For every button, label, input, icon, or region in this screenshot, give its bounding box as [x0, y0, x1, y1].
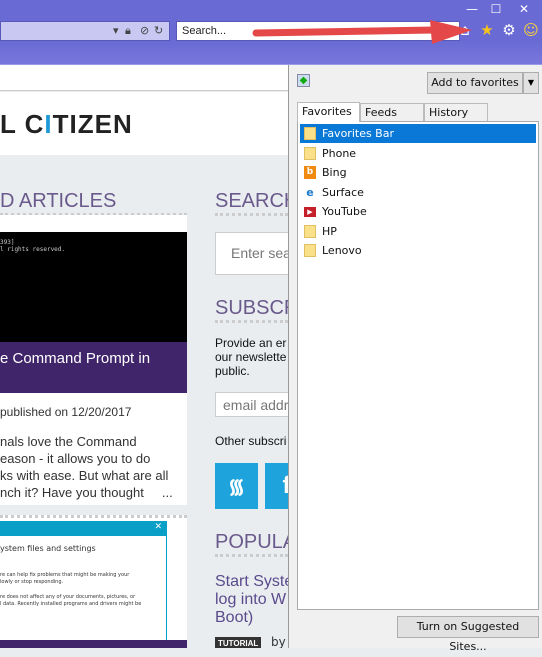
console-line: 393] — [0, 239, 15, 246]
favorites-star-icon[interactable]: ★ — [477, 21, 497, 39]
item-label: YouTube — [322, 205, 367, 218]
article-excerpt: nals love the Command eason - it allows … — [0, 434, 173, 500]
item-label: HP — [322, 225, 337, 238]
list-item[interactable]: Lenovo — [300, 241, 536, 260]
folder-icon — [304, 244, 316, 257]
subscribe-text: Provide an er our newslette public. — [215, 336, 287, 378]
ie-icon: e — [306, 186, 314, 199]
item-label: Bing — [322, 166, 347, 179]
list-item[interactable]: b Bing — [300, 163, 536, 182]
logo-text: I — [44, 109, 53, 139]
item-label: Lenovo — [322, 244, 362, 257]
address-bar[interactable]: ▾ 🔒︎ ⊘ ↻ — [0, 21, 170, 41]
site-search-input[interactable]: Enter sea — [215, 232, 288, 275]
favorites-center: ◆ Add to favorites ▼ Favorites Feeds His… — [288, 65, 542, 653]
article-title[interactable]: e Command Prompt in — [0, 342, 187, 393]
article-title-band — [0, 640, 187, 648]
by-text: by — [271, 635, 286, 648]
folder-icon — [304, 147, 316, 160]
logo-text: L C — [0, 109, 45, 139]
item-label: Favorites Bar — [322, 127, 394, 140]
article-card[interactable]: ✕ ystem files and settings re can help f… — [0, 515, 187, 648]
popular-article-link[interactable]: Start Syste log into W Boot) — [215, 573, 288, 627]
add-favorites-dropdown[interactable]: ▼ — [523, 72, 539, 94]
facebook-button[interactable]: f — [265, 463, 288, 509]
articles-heading: D ARTICLES — [0, 190, 187, 216]
article-date: published on 12/20/2017 — [0, 405, 132, 419]
lock-icon: 🔒︎ — [125, 24, 131, 37]
folder-icon — [304, 225, 316, 238]
article-image: 393] l rights reserved. — [0, 232, 187, 342]
sidebar-column: SEARCH Enter sea SUBSCR Provide an er ou… — [215, 65, 288, 648]
tutorial-badge: TUTORIAL — [215, 637, 262, 648]
dialog-text: lowly or stop responding. — [0, 579, 64, 585]
subscribe-heading: SUBSCR — [215, 297, 288, 323]
tab-feeds[interactable]: Feeds — [360, 103, 424, 122]
dialog-title: ystem files and settings — [0, 544, 96, 553]
article-card[interactable]: 393] l rights reserved. e Command Prompt … — [0, 215, 187, 505]
item-label: Surface — [322, 186, 364, 199]
minimize-button[interactable]: — — [461, 2, 483, 18]
list-item[interactable]: Phone — [300, 144, 536, 163]
close-button[interactable]: ✕ — [513, 2, 535, 18]
logo-text: TIZEN — [52, 109, 133, 139]
web-page: L CITIZEN D ARTICLES 393] l rights reserv… — [0, 65, 288, 648]
dropdown-icon[interactable]: ▾ — [113, 24, 119, 37]
list-item[interactable]: Favorites Bar — [300, 124, 536, 143]
popular-heading: POPULA — [215, 531, 288, 557]
folder-icon — [304, 127, 316, 140]
list-item[interactable]: ▶ YouTube — [300, 202, 536, 221]
dialog-text: re does not affect any of your documents… — [0, 594, 136, 600]
refresh-icon[interactable]: ↻ — [154, 24, 163, 37]
gear-icon[interactable]: ⚙ — [499, 21, 519, 39]
smiley-icon[interactable]: ☺ — [521, 21, 541, 39]
red-arrow-annotation — [252, 20, 472, 44]
rss-button[interactable]: ᯾ — [215, 463, 258, 509]
tab-favorites[interactable]: Favorites — [297, 102, 360, 122]
rss-icon: ᯾ — [227, 476, 246, 498]
list-item[interactable]: HP — [300, 222, 536, 241]
article-image: ✕ ystem files and settings re can help f… — [0, 521, 167, 646]
dialog-text: l data. Recently installed programs and … — [0, 601, 142, 607]
pin-favorites-center-icon[interactable]: ◆ — [297, 74, 310, 87]
search-heading: SEARCH — [215, 190, 288, 216]
other-subscriptions: Other subscri — [215, 434, 287, 448]
tab-history[interactable]: History — [424, 103, 488, 122]
dialog-close-icon: ✕ — [0, 522, 166, 536]
youtube-icon: ▶ — [304, 207, 316, 217]
maximize-button[interactable]: ☐ — [485, 2, 507, 18]
add-to-favorites-button[interactable]: Add to favorites — [427, 72, 523, 94]
stop-icon[interactable]: ⊘ — [140, 24, 149, 37]
dialog-text: re can help fix problems that might be m… — [0, 572, 130, 578]
favorites-list: Favorites Bar Phone b Bing e Surface ▶ YouT… — [297, 121, 539, 610]
site-logo[interactable]: L CITIZEN — [0, 109, 133, 140]
list-item[interactable]: e Surface — [300, 183, 536, 202]
bing-icon: b — [304, 166, 316, 179]
item-label: Phone — [322, 147, 357, 160]
turn-on-suggested-sites-button[interactable]: Turn on Suggested Sites... — [397, 616, 539, 653]
console-line: l rights reserved. — [0, 246, 66, 253]
email-input[interactable]: email addr — [215, 392, 288, 417]
